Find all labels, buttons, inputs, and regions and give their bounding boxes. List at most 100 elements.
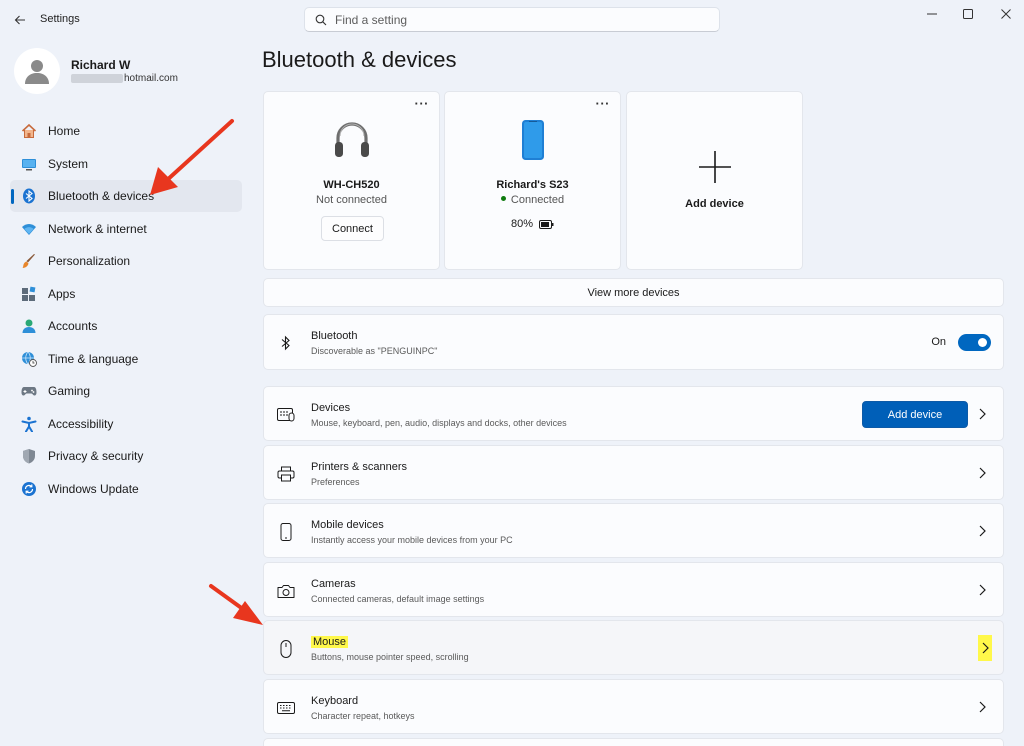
row-subtitle: Preferences <box>311 477 360 487</box>
profile-email: hotmail.com <box>71 73 178 84</box>
profile-name: Richard W <box>71 58 131 72</box>
sidebar-item-gaming[interactable]: Gaming <box>10 375 242 407</box>
sidebar-item-label: Privacy & security <box>48 449 144 463</box>
keyboard-row[interactable]: Keyboard Character repeat, hotkeys <box>263 679 1004 734</box>
more-options-button[interactable]: ··· <box>596 96 611 111</box>
sidebar-item-label: Gaming <box>48 384 91 398</box>
device-status-text: Connected <box>510 194 565 206</box>
user-profile[interactable]: Richard W hotmail.com <box>14 48 244 98</box>
chevron-right-icon <box>976 583 988 597</box>
add-device-button[interactable]: Add device <box>862 401 968 428</box>
battery-level: 80% <box>510 218 534 230</box>
keyboard-icon <box>277 699 295 717</box>
accounts-icon <box>21 318 37 334</box>
sidebar-item-label: System <box>48 156 89 171</box>
connected-dot-icon <box>500 196 506 201</box>
device-card-headphones[interactable]: ··· WH-CH520 Not connected Connect <box>263 91 440 270</box>
row-title: Devices <box>311 402 351 414</box>
row-title: Cameras <box>311 578 356 590</box>
bluetooth-toggle[interactable] <box>958 334 991 351</box>
mobile-devices-row[interactable]: Mobile devices Instantly access your mob… <box>263 503 1004 558</box>
plus-icon <box>627 150 802 184</box>
shield-icon <box>21 448 37 464</box>
sidebar-item-accounts[interactable]: Accounts <box>10 310 242 342</box>
add-device-label: Add device <box>685 198 744 210</box>
title-bar: Settings <box>0 0 1024 40</box>
back-arrow-icon <box>14 15 25 25</box>
device-card-phone[interactable]: ··· Richard's S23 Connected 80% <box>444 91 621 270</box>
search-icon <box>315 14 327 25</box>
battery-status: 80% <box>445 218 620 230</box>
mobile-icon <box>277 523 295 541</box>
row-title: Printers & scanners <box>311 461 407 473</box>
printer-icon <box>277 465 295 483</box>
row-title: Mobile devices <box>311 519 384 531</box>
cameras-row[interactable]: Cameras Connected cameras, default image… <box>263 562 1004 617</box>
sidebar-item-label: Accounts <box>48 319 98 333</box>
add-device-card[interactable]: Add device <box>626 91 803 270</box>
system-icon <box>21 156 37 172</box>
sidebar-item-privacy-security[interactable]: Privacy & security <box>10 440 242 472</box>
annotation-arrow-icon <box>209 584 263 625</box>
brush-icon <box>21 253 37 269</box>
device-status: Not connected <box>316 194 387 206</box>
close-button[interactable] <box>988 0 1024 28</box>
sidebar-item-network[interactable]: Network & internet <box>10 213 242 245</box>
row-title: Keyboard <box>311 695 359 707</box>
search-box[interactable] <box>304 7 720 32</box>
accessibility-icon <box>21 416 37 432</box>
row-title: Mouse <box>311 636 349 648</box>
camera-icon <box>277 582 295 600</box>
search-input[interactable] <box>335 12 695 27</box>
row-subtitle: Character repeat, hotkeys <box>311 711 415 721</box>
globe-clock-icon <box>21 351 37 367</box>
chevron-right-icon[interactable] <box>978 635 992 661</box>
sidebar-item-time-language[interactable]: Time & language <box>10 343 242 375</box>
sidebar-item-label: Personalization <box>48 254 131 268</box>
close-icon <box>1001 9 1011 19</box>
back-button[interactable] <box>8 8 32 32</box>
sidebar-item-label: Accessibility <box>48 416 114 431</box>
settings-window: Settings Richard W hotmail.com <box>0 0 1024 746</box>
sidebar-item-label: Home <box>48 124 81 138</box>
more-options-button[interactable]: ··· <box>415 96 430 111</box>
sidebar-item-label: Network & internet <box>48 221 147 236</box>
sidebar-item-personalization[interactable]: Personalization <box>10 245 242 277</box>
sidebar-item-accessibility[interactable]: Accessibility <box>10 408 242 440</box>
sidebar-item-apps[interactable]: Apps <box>10 278 242 310</box>
devices-row[interactable]: Devices Mouse, keyboard, pen, audio, dis… <box>263 386 1004 441</box>
gamepad-icon <box>21 383 37 399</box>
view-more-devices-button[interactable]: View more devices <box>263 278 1004 307</box>
bluetooth-icon <box>21 188 37 204</box>
row-title: Bluetooth <box>311 330 358 342</box>
sidebar-item-label: Windows Update <box>48 481 139 496</box>
connect-button[interactable]: Connect <box>321 216 384 241</box>
row-subtitle: Discoverable as "PENGUINPC" <box>311 346 438 356</box>
row-subtitle: Connected cameras, default image setting… <box>311 594 485 604</box>
annotation-arrow-icon <box>150 119 234 195</box>
sidebar-item-label: Bluetooth & devices <box>48 189 155 203</box>
bluetooth-row: Bluetooth Discoverable as "PENGUINPC" On <box>263 314 1004 370</box>
sidebar-item-label: Time & language <box>48 351 139 366</box>
maximize-button[interactable] <box>950 0 986 28</box>
chevron-right-icon <box>976 466 988 480</box>
maximize-icon <box>963 9 973 19</box>
minimize-icon <box>927 13 937 15</box>
minimize-button[interactable] <box>914 0 950 28</box>
sidebar-item-label: Apps <box>48 286 76 301</box>
next-row-partial <box>263 738 1004 746</box>
row-subtitle: Buttons, mouse pointer speed, scrolling <box>311 652 469 662</box>
user-avatar-icon <box>25 60 49 84</box>
mouse-row[interactable]: Mouse Buttons, mouse pointer speed, scro… <box>263 620 1004 675</box>
row-subtitle: Mouse, keyboard, pen, audio, displays an… <box>311 418 567 428</box>
device-status: Connected <box>445 194 620 206</box>
home-icon <box>21 123 37 139</box>
chevron-right-icon <box>976 700 988 714</box>
wifi-icon <box>21 221 37 237</box>
battery-icon <box>539 219 554 229</box>
bluetooth-icon <box>277 334 295 352</box>
email-domain: hotmail.com <box>124 73 178 84</box>
sidebar-item-windows-update[interactable]: Windows Update <box>10 473 242 505</box>
printers-row[interactable]: Printers & scanners Preferences <box>263 445 1004 500</box>
device-name: Richard's S23 <box>496 179 569 191</box>
